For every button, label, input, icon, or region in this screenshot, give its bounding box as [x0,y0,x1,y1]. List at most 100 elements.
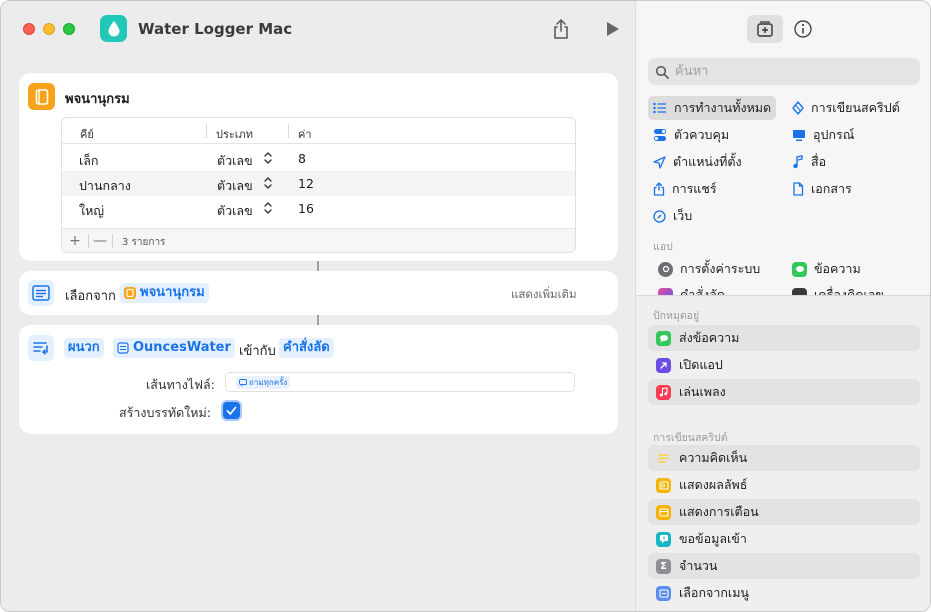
app-system-settings[interactable]: การตั้งค่าระบบ [653,257,765,281]
column-header-key: คีย์ [80,128,94,141]
category-all-actions[interactable]: การทำงานทั้งหมด [648,96,777,120]
row-key-cell[interactable]: ปานกลาง [79,176,131,196]
type-stepper-icon[interactable] [262,176,274,190]
speech-bubble-icon [239,378,247,386]
apps-list: การตั้งค่าระบบ ข้อความ คำสั่งลัด เครื่อง… [636,255,930,295]
app-messages[interactable]: ข้อความ [787,257,866,281]
row-type-cell[interactable]: ตัวเลข [217,151,253,171]
display-icon [793,129,805,141]
add-row-button[interactable]: + [66,232,84,250]
search-field[interactable] [648,58,920,85]
scripting-action-count[interactable]: Σ จำนวน [648,553,920,579]
dictionary-table-footer: + — 3 รายการ [62,228,575,252]
remove-row-button[interactable]: — [91,232,109,250]
title-bar: Water Logger Mac [1,1,635,57]
append-to-file-action-card[interactable]: ผนวก OuncesWater เข้ากับ คำสั่งลัด เส้นท… [19,325,618,434]
type-stepper-icon[interactable] [262,151,274,165]
category-controls[interactable]: ตัวควบคุม [648,123,734,147]
category-sharing[interactable]: การแชร์ [648,177,722,201]
table-row[interactable]: ใหญ่ ตัวเลข 16 [62,196,575,221]
row-key-cell[interactable]: เล็ก [79,151,99,171]
pinned-action-play-music[interactable]: เล่นเพลง [648,379,920,405]
row-key-cell[interactable]: ใหญ่ [79,201,104,221]
choose-from-action-card[interactable]: เลือกจาก พจนานุกรม แสดงเพิ่มเติม [19,271,618,315]
shortcut-target-token[interactable]: คำสั่งลัด [279,338,334,358]
row-value-cell[interactable]: 8 [298,151,306,166]
new-line-checkbox[interactable] [223,402,240,419]
category-device[interactable]: อุปกรณ์ [787,123,859,147]
dictionary-variable-token[interactable]: พจนานุกรม [120,283,209,303]
list-icon [653,102,666,114]
pinned-action-open-app[interactable]: เปิดแอป [648,352,920,378]
category-documents[interactable]: เอกสาร [787,177,857,201]
table-row[interactable]: เล็ก ตัวเลข 8 [62,146,575,171]
dictionary-action-title: พจนานุกรม [65,92,130,107]
show-result-icon [656,477,671,493]
location-arrow-icon [653,155,666,169]
app-calculator[interactable]: เครื่องคิดเลข [787,283,889,295]
new-line-label: สร้างบรรทัดใหม่: [119,405,211,420]
pinned-action-send-message[interactable]: ส่งข้อความ [648,325,920,351]
file-path-field[interactable]: ถามทุกครั้ง [225,372,575,392]
calculator-icon [792,287,807,295]
scripting-action-comment[interactable]: ความคิดเห็น [648,445,920,471]
messages-icon [792,261,807,277]
book-icon [28,83,55,110]
minimize-window-button[interactable] [43,23,55,35]
run-play-icon[interactable] [605,21,621,37]
row-value-cell[interactable]: 16 [298,201,314,216]
sigma-icon: Σ [656,558,671,574]
ask-input-icon [656,531,671,547]
row-value-cell[interactable]: 12 [298,176,314,191]
shortcuts-icon [658,287,673,295]
scripting-action-choose-from-menu[interactable]: เลือกจากเมนู [648,580,920,606]
row-type-cell[interactable]: ตัวเลข [217,201,253,221]
share-icon[interactable] [551,18,571,40]
checkmark-icon [226,406,237,415]
book-icon [124,287,136,299]
action-library-tab[interactable] [747,15,783,43]
variable-icon [117,342,129,354]
music-note-icon [793,155,803,169]
shortcut-editor: Water Logger Mac พจนานุกรม คีย์ ประเภท ค [1,1,635,611]
dictionary-variable-label: พจนานุกรม [140,285,205,300]
comment-lines-icon [656,451,671,466]
shortcut-title[interactable]: Water Logger Mac [138,20,292,38]
ounces-water-variable-token[interactable]: OuncesWater [113,338,235,358]
category-media[interactable]: สื่อ [787,150,831,174]
close-window-button[interactable] [23,23,35,35]
search-icon [655,65,669,79]
column-header-value: ค่า [298,128,312,141]
ounces-water-variable-label: OuncesWater [133,340,231,355]
sidebar-tab-bar [636,1,930,53]
category-scripting[interactable]: การเขียนสคริปต์ [787,96,905,120]
dictionary-action-card[interactable]: พจนานุกรม คีย์ ประเภท ค่า เล็ก ตัวเลข 8 … [19,73,618,261]
column-header-type: ประเภท [216,128,254,141]
settings-gear-icon [658,261,673,277]
row-type-cell[interactable]: ตัวเลข [217,176,253,196]
music-icon [656,384,671,400]
show-more-button[interactable]: แสดงเพิ่มเติม [511,286,577,304]
scripting-action-ask-for-input[interactable]: ขอข้อมูลเข้า [648,526,920,552]
type-stepper-icon[interactable] [262,201,274,215]
choose-from-label: เลือกจาก [65,289,116,304]
compass-icon [653,209,666,223]
zoom-window-button[interactable] [63,23,75,35]
category-location[interactable]: ตำแหน่งที่ตั้ง [648,150,747,174]
scripting-action-show-result[interactable]: แสดงผลลัพธ์ [648,472,920,498]
table-row[interactable]: ปานกลาง ตัวเลข 12 [62,171,575,196]
menu-icon [656,585,671,601]
script-icon [792,101,804,115]
water-drop-icon[interactable] [100,15,127,42]
append-verb-token[interactable]: ผนวก [64,338,104,358]
category-web[interactable]: เว็บ [648,204,697,228]
scripting-action-show-alert[interactable]: แสดงการเตือน [648,499,920,525]
search-input[interactable] [675,62,905,81]
info-icon[interactable] [793,19,813,39]
action-connector [317,261,319,271]
append-connector-label: เข้ากับ [239,344,276,359]
ask-each-time-token[interactable]: ถามทุกครั้ง [236,376,291,389]
append-text-icon [28,335,54,361]
action-connector [317,315,319,325]
app-shortcuts[interactable]: คำสั่งลัด [653,283,730,295]
